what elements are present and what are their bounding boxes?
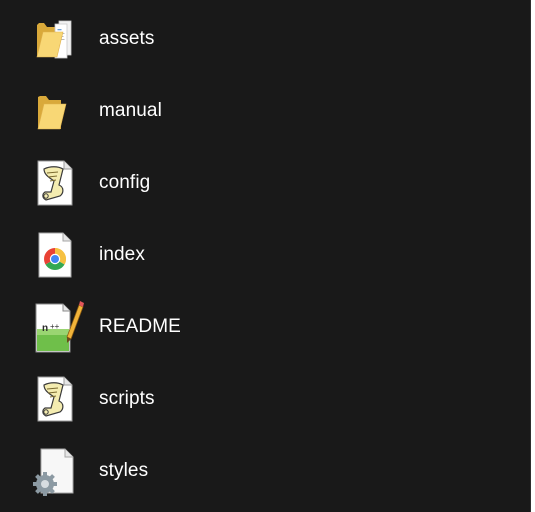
file-name: index	[99, 244, 145, 265]
svg-text:++: ++	[50, 322, 60, 331]
file-item-styles[interactable]: styles	[33, 435, 473, 507]
file-list-pane: assets manual config index n ++ README s…	[0, 0, 531, 512]
file-item-scripts[interactable]: scripts	[33, 363, 473, 435]
file-name: config	[99, 172, 151, 193]
file-name: manual	[99, 100, 162, 121]
file-name: scripts	[99, 388, 155, 409]
file-item-assets[interactable]: assets	[33, 3, 473, 75]
file-name: assets	[99, 28, 155, 49]
file-item-config[interactable]: config	[33, 147, 473, 219]
settings-file-icon	[33, 439, 89, 503]
file-item-readme[interactable]: n ++ README	[33, 291, 473, 363]
file-list: assets manual config index n ++ README s…	[33, 3, 473, 507]
file-name: styles	[99, 460, 149, 481]
svg-text:n: n	[42, 323, 48, 334]
folder-icon	[33, 79, 89, 143]
folder-with-files-icon	[33, 7, 89, 71]
chrome-html-file-icon	[33, 223, 89, 287]
file-name: README	[99, 316, 181, 337]
file-item-manual[interactable]: manual	[33, 75, 473, 147]
script-file-icon	[33, 151, 89, 215]
notepadpp-file-icon: n ++	[33, 295, 89, 359]
script-file-icon	[33, 367, 89, 431]
file-item-index[interactable]: index	[33, 219, 473, 291]
